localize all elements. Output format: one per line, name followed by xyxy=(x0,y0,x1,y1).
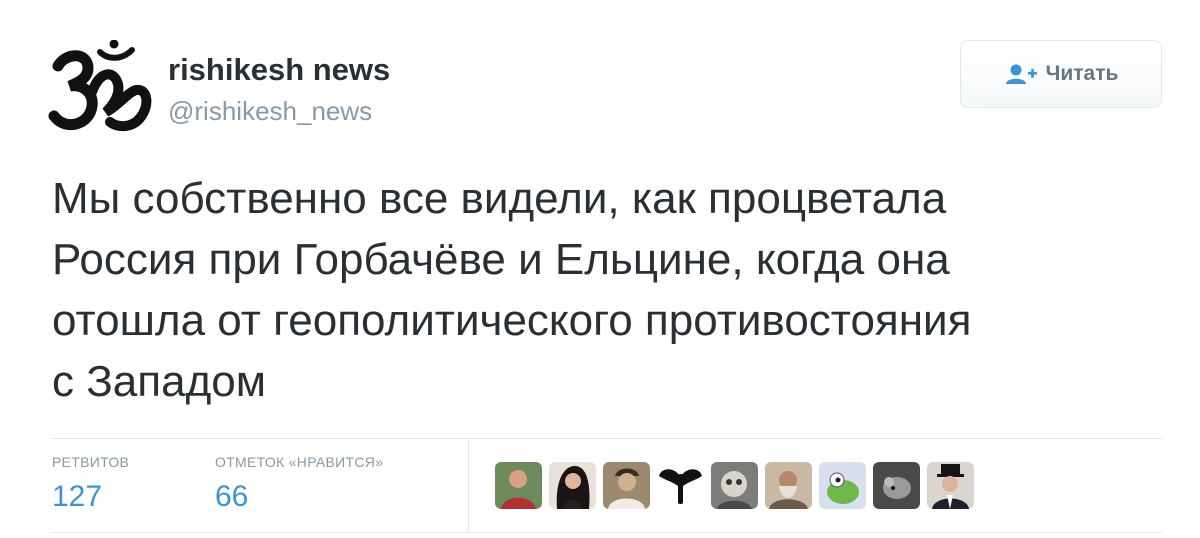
likes-stat[interactable]: ОТМЕТОК «НРАВИТСЯ» 66 xyxy=(215,454,383,514)
liker-avatar[interactable] xyxy=(927,462,974,509)
liker-avatar[interactable] xyxy=(495,462,542,509)
user-avatar-icon xyxy=(927,462,974,509)
likes-count: 66 xyxy=(215,480,249,513)
likes-label: ОТМЕТОК «НРАВИТСЯ» xyxy=(215,454,384,470)
user-avatar-icon xyxy=(765,462,812,509)
liker-avatar[interactable] xyxy=(711,462,758,509)
tweet-card: rishikesh news @rishikesh_news Читать Мы… xyxy=(0,0,1200,538)
liker-avatar[interactable] xyxy=(873,462,920,509)
user-display-name[interactable]: rishikesh news xyxy=(168,52,390,88)
retweets-count: 127 xyxy=(52,480,103,513)
stats-separator xyxy=(468,440,469,532)
retweets-label: РЕТВИТОВ xyxy=(52,454,130,470)
user-avatar-icon xyxy=(657,462,704,509)
retweets-stat[interactable]: РЕТВИТОВ 127 xyxy=(52,454,129,514)
stats-divider-top xyxy=(52,438,1162,439)
user-avatar-icon xyxy=(873,462,920,509)
liker-avatar[interactable] xyxy=(657,462,704,509)
liker-avatar[interactable] xyxy=(549,462,596,509)
follow-button[interactable]: Читать xyxy=(960,40,1162,108)
om-symbol-icon xyxy=(48,39,152,132)
user-avatar-icon xyxy=(549,462,596,509)
user-avatar-icon xyxy=(819,462,866,509)
add-user-icon xyxy=(1005,64,1037,84)
profile-avatar[interactable] xyxy=(48,39,152,140)
user-avatar-icon xyxy=(711,462,758,509)
likers-avatars xyxy=(495,462,974,509)
user-avatar-icon xyxy=(603,462,650,509)
user-handle[interactable]: @rishikesh_news xyxy=(168,96,372,127)
liker-avatar[interactable] xyxy=(603,462,650,509)
stats-divider-bottom xyxy=(52,532,1162,533)
tweet-text: Мы собственно все видели, как процветала… xyxy=(52,174,972,406)
follow-button-label: Читать xyxy=(1045,62,1119,85)
liker-avatar[interactable] xyxy=(819,462,866,509)
liker-avatar[interactable] xyxy=(765,462,812,509)
user-avatar-icon xyxy=(495,462,542,509)
